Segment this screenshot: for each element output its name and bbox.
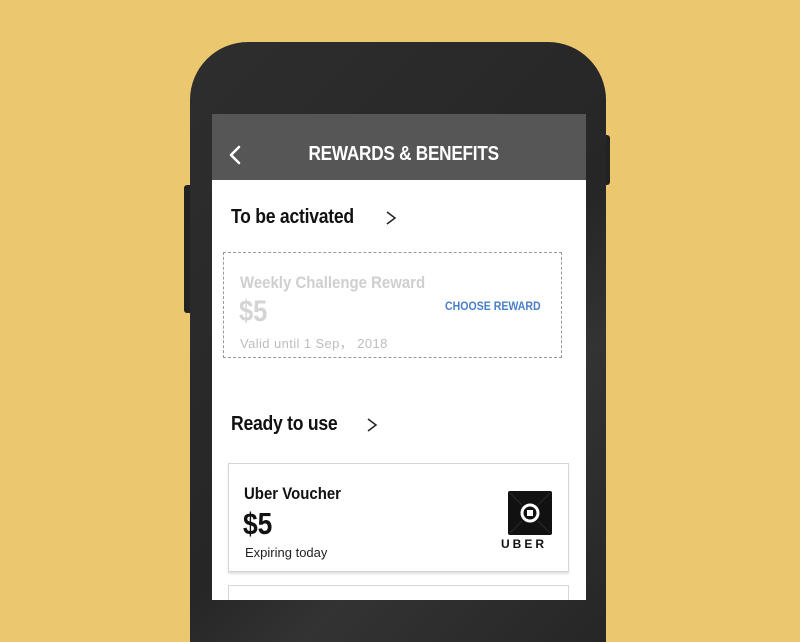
voucher-card[interactable]: Uber Voucher $5 Expiring today UBER <box>228 463 569 572</box>
chevron-right-icon <box>386 210 396 225</box>
page-title: REWARDS & BENEFITS <box>308 142 500 165</box>
choose-reward-button[interactable]: CHOOSE REWARD <box>445 299 541 313</box>
voucher-card-next[interactable] <box>228 585 569 600</box>
back-button[interactable] <box>228 145 242 165</box>
voucher-amount: $5 <box>243 506 273 541</box>
reward-title: Weekly Challenge Reward <box>240 273 426 292</box>
app-screen: REWARDS & BENEFITS To be activated Weekl… <box>212 114 586 600</box>
reward-validity: Valid until 1 Sep， 2018 <box>240 336 388 351</box>
chevron-right-icon <box>367 417 378 432</box>
pending-reward-card: Weekly Challenge Reward $5 Valid until 1… <box>223 252 562 358</box>
section-ready-to-use[interactable]: Ready to use <box>231 413 378 436</box>
app-bar: REWARDS & BENEFITS <box>212 114 586 180</box>
voucher-expiry: Expiring today <box>245 545 328 560</box>
chevron-left-icon <box>229 145 241 165</box>
uber-wordmark: UBER <box>501 537 548 551</box>
section-to-be-activated[interactable]: To be activated <box>231 206 397 229</box>
voucher-title: Uber Voucher <box>244 484 341 503</box>
reward-amount: $5 <box>239 295 268 328</box>
uber-logo-icon <box>508 491 552 535</box>
section-heading: Ready to use <box>231 413 338 435</box>
section-heading: To be activated <box>231 206 354 228</box>
